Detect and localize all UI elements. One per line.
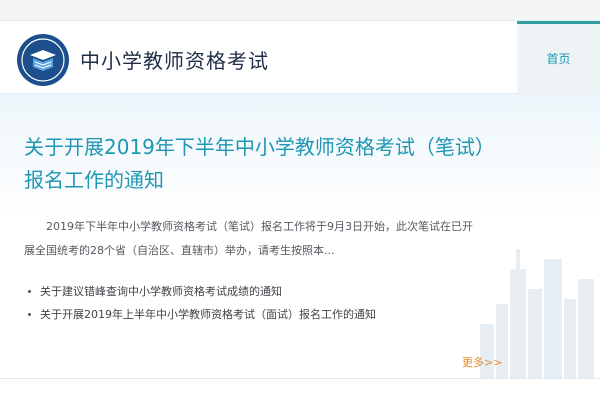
bullet-icon [28, 290, 31, 293]
page-frame: 中小学教师资格考试 首页 关于开展2019年下半年中小学教师资格考试（笔试）报名… [0, 20, 600, 378]
site-header: 中小学教师资格考试 首页 [0, 21, 600, 94]
related-link-item[interactable]: 关于开展2019年上半年中小学教师资格考试（面试）报名工作的通知 [28, 303, 478, 326]
bottom-strip [0, 378, 600, 401]
related-links-list: 关于建议错峰查询中小学教师资格考试成绩的通知 关于开展2019年上半年中小学教师… [28, 280, 478, 326]
site-title[interactable]: 中小学教师资格考试 [80, 45, 269, 74]
related-link-text[interactable]: 关于建议错峰查询中小学教师资格考试成绩的通知 [40, 285, 282, 298]
bullet-icon [28, 313, 31, 316]
main-content: 关于开展2019年下半年中小学教师资格考试（笔试）报名工作的通知 2019年下半… [0, 94, 600, 378]
related-link-item[interactable]: 关于建议错峰查询中小学教师资格考试成绩的通知 [28, 280, 478, 303]
article-headline[interactable]: 关于开展2019年下半年中小学教师资格考试（笔试）报名工作的通知 [24, 131, 504, 197]
top-browser-strip [0, 0, 600, 20]
book-emblem-icon[interactable] [16, 33, 70, 87]
article-summary: 2019年下半年中小学教师资格考试（笔试）报名工作将于9月3日开始，此次笔试在已… [24, 220, 473, 257]
more-link[interactable]: 更多>> [462, 354, 502, 370]
related-link-text[interactable]: 关于开展2019年上半年中小学教师资格考试（面试）报名工作的通知 [40, 308, 376, 321]
nav-home-tab[interactable]: 首页 [517, 21, 600, 94]
